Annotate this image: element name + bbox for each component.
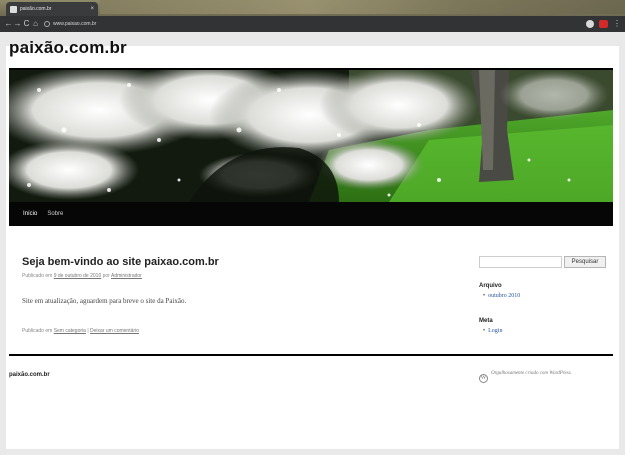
cherry-blossom-image: [9, 70, 613, 202]
wordpress-icon[interactable]: W: [479, 374, 488, 383]
leave-comment-link[interactable]: Deixar um comentário: [90, 328, 139, 334]
browser-tab[interactable]: paixão.com.br ×: [6, 2, 98, 16]
archive-link[interactable]: outubro 2010: [488, 293, 520, 299]
search-button[interactable]: Pesquisar: [564, 256, 606, 268]
close-tab-icon[interactable]: ×: [90, 6, 94, 12]
browser-toolbar: ← → C ⌂ www.paixao.com.br ⋮: [0, 16, 625, 32]
post-author-link[interactable]: Administrador: [111, 273, 142, 279]
footer-divider: [9, 354, 613, 356]
archives-widget-title: Arquivo: [479, 283, 502, 289]
address-bar[interactable]: www.paixao.com.br: [44, 19, 582, 29]
bullet-icon: •: [483, 293, 486, 299]
header-banner-image: [9, 70, 613, 202]
post-date-link[interactable]: 9 de outubro de 2010: [54, 273, 102, 279]
category-link[interactable]: Sem categoria: [54, 328, 86, 334]
extension-icon[interactable]: [586, 20, 594, 28]
tab-title: paixão.com.br: [20, 6, 52, 12]
main-navigation: Início Sobre: [9, 202, 613, 226]
post-meta: Publicado em 9 de outubro de 2010 por Ad…: [22, 273, 142, 279]
post-meta-prefix: Publicado em: [22, 273, 53, 279]
post-title[interactable]: Seja bem-vindo ao site paixao.com.br: [22, 256, 219, 268]
footer-credit[interactable]: Orgulhosamente criado com WordPress.: [491, 370, 611, 377]
login-link[interactable]: Login: [488, 328, 502, 334]
meta-widget-title: Meta: [479, 318, 493, 324]
footer-site-name[interactable]: paixão.com.br: [9, 372, 50, 378]
archive-item[interactable]: • outubro 2010: [483, 293, 520, 299]
back-button[interactable]: ←: [4, 19, 13, 29]
bullet-icon: •: [483, 328, 486, 334]
reload-button[interactable]: C: [22, 19, 31, 29]
site-info-icon[interactable]: [44, 21, 50, 27]
home-button[interactable]: ⌂: [31, 19, 40, 29]
meta-item[interactable]: • Login: [483, 328, 502, 334]
footer-separator: |: [87, 328, 89, 334]
url-text[interactable]: www.paixao.com.br: [53, 21, 96, 27]
nav-item-inicio[interactable]: Início: [23, 211, 37, 217]
post-footer-prefix: Publicado em: [22, 328, 53, 334]
nav-item-sobre[interactable]: Sobre: [47, 211, 63, 217]
forward-button[interactable]: →: [13, 19, 22, 29]
browser-tab-strip: paixão.com.br ×: [0, 0, 625, 16]
post-content: Site em atualização, aguardem para breve…: [22, 297, 187, 305]
browser-menu-icon[interactable]: ⋮: [613, 20, 621, 28]
site-title[interactable]: paixão.com.br: [9, 38, 127, 58]
favicon-icon: [10, 5, 17, 13]
search-input[interactable]: [479, 256, 562, 268]
post-meta-by: por: [102, 273, 110, 279]
extension-badge-icon[interactable]: [599, 20, 608, 28]
post-footer-meta: Publicado em Sem categoria | Deixar um c…: [22, 328, 139, 334]
tab-strip-background: [100, 0, 625, 14]
